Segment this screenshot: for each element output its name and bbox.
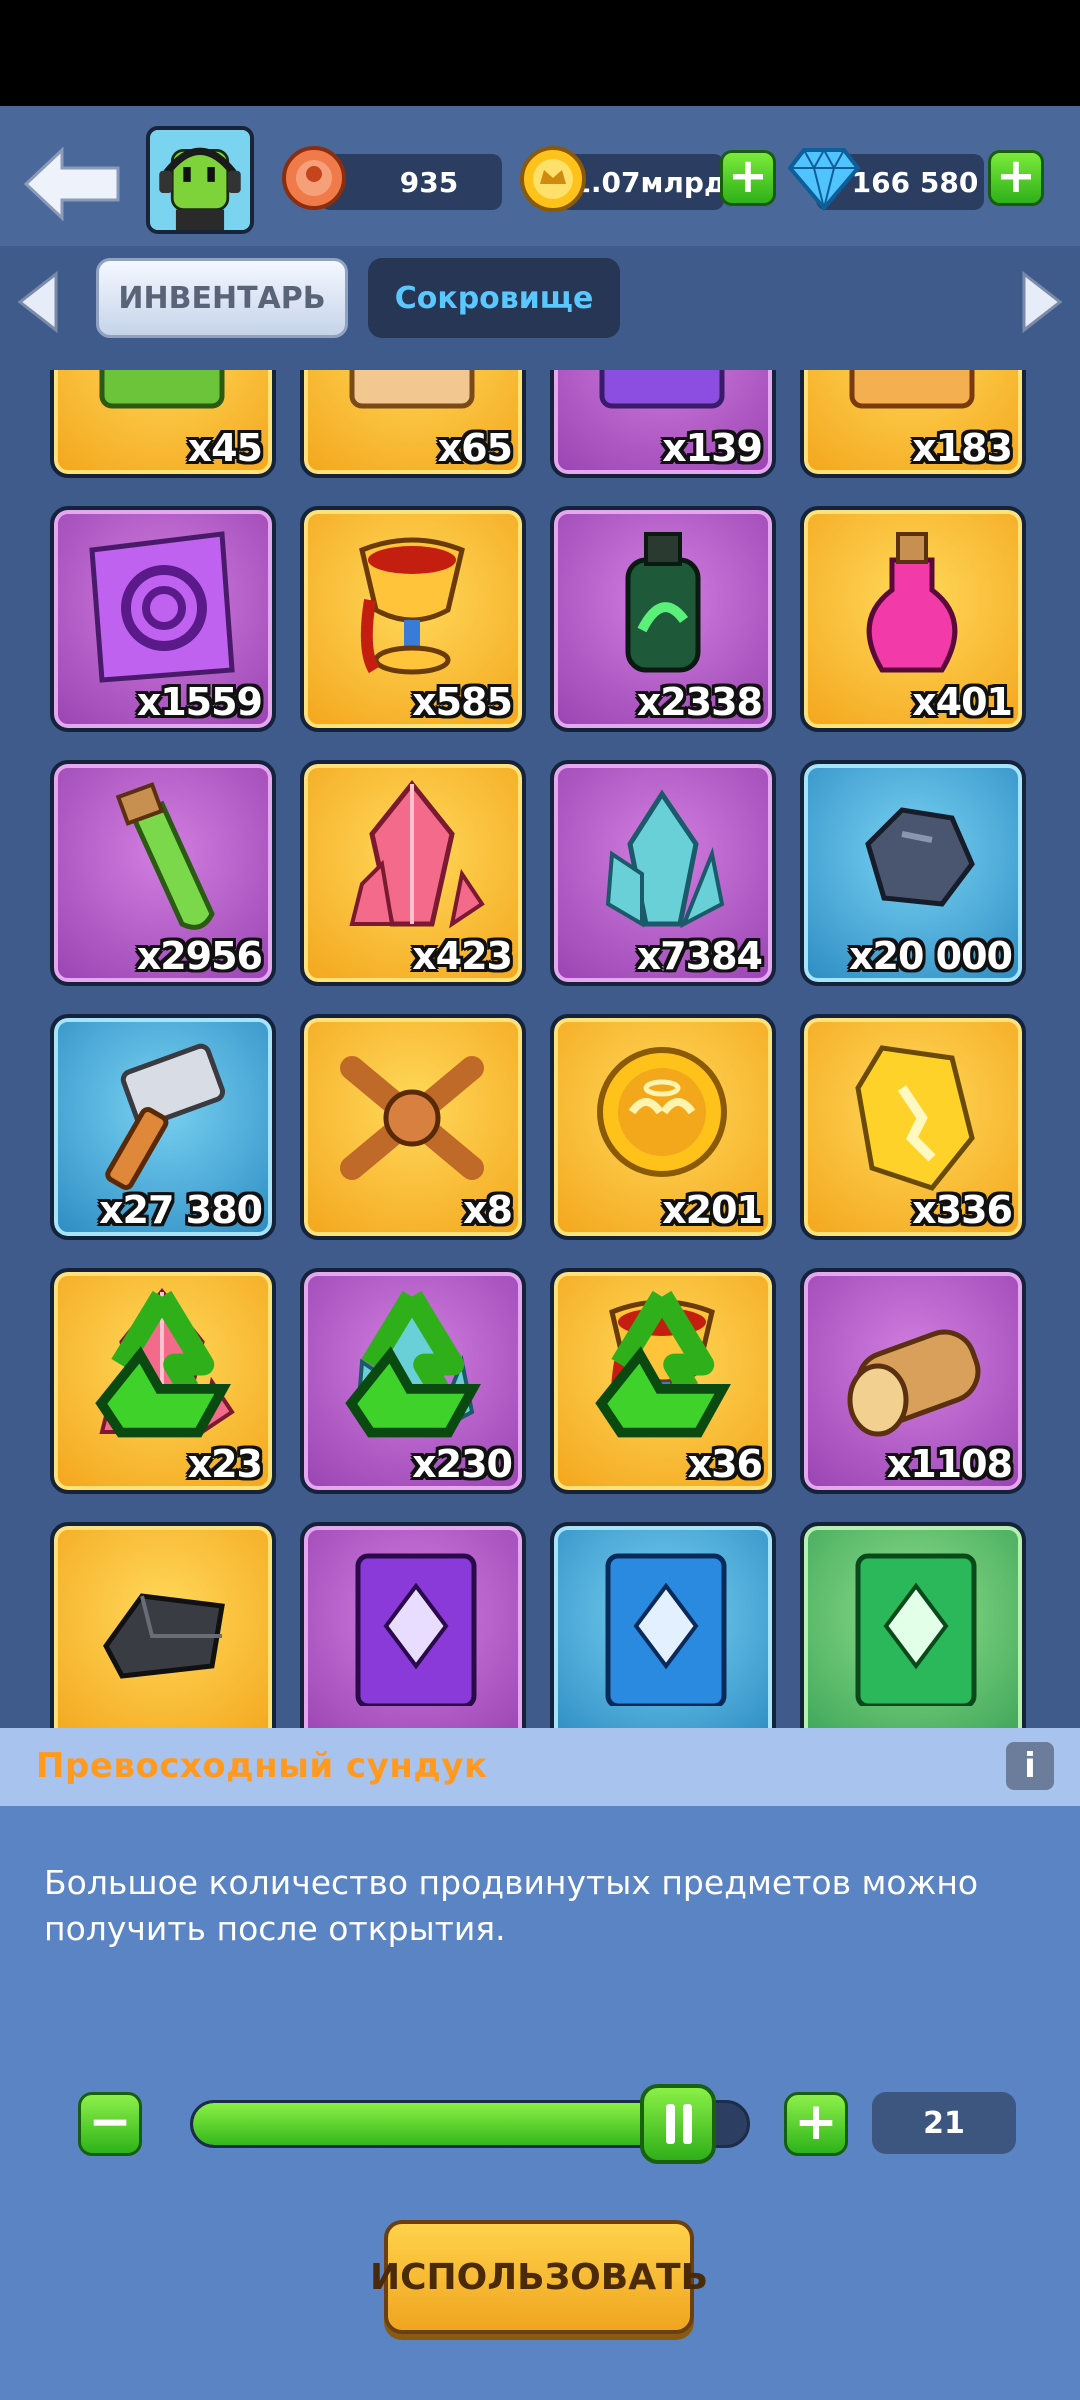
top-bar: 935 1.07млрд + 166 580 + <box>0 106 1080 246</box>
panel-header: Превосходный сундук i <box>0 1728 1080 1806</box>
item-quantity: x183 <box>912 426 1013 470</box>
tab-left-arrow-icon[interactable] <box>16 270 60 334</box>
inventory-item[interactable]: x230 <box>300 1268 526 1494</box>
tab-treasure[interactable]: Сокровище <box>368 258 620 338</box>
avatar-icon <box>150 130 250 230</box>
slider-fill <box>193 2103 682 2145</box>
rope-icon <box>340 1056 484 1180</box>
inventory-item[interactable]: x7384 <box>550 760 776 986</box>
inventory-item[interactable]: x20 000 <box>800 760 1026 986</box>
gold-rune-icon <box>855 1045 975 1191</box>
inventory-item[interactable]: x401 <box>800 506 1026 732</box>
inventory-item[interactable]: x336 <box>800 1014 1026 1240</box>
item-quantity: x139 <box>662 426 763 470</box>
purple-book-icon <box>355 1553 477 1706</box>
inventory-item[interactable]: x23 <box>50 1268 276 1494</box>
slider-knob[interactable] <box>640 2084 717 2164</box>
item-quantity: x1559 <box>136 680 263 724</box>
blue-book-icon <box>605 1553 727 1706</box>
inventory-item[interactable]: x36 <box>550 1268 776 1494</box>
spiral-scroll-icon <box>89 531 235 683</box>
item-quantity: x1108 <box>886 1442 1013 1486</box>
back-arrow-icon[interactable] <box>22 146 122 222</box>
hero-token-icon <box>282 146 346 210</box>
inventory-item[interactable]: x65 <box>300 370 526 478</box>
hammer-icon <box>105 1043 226 1190</box>
item-quantity: x36 <box>687 1442 763 1486</box>
item-detail-panel: Превосходный сундук i Большое количество… <box>0 1728 1080 2400</box>
item-quantity: x201 <box>662 1188 763 1232</box>
inventory-grid: x45 x65 x139 x183 x1559 x585 x2338 x401 x2956 x42… <box>0 370 1080 1728</box>
item-quantity: x27 380 <box>99 1188 263 1232</box>
item-quantity: x230 <box>412 1442 513 1486</box>
stone-icon <box>865 807 975 907</box>
green-bottle-icon <box>625 532 701 673</box>
inventory-item[interactable] <box>550 1522 776 1728</box>
pink-crystal-icon <box>349 779 485 929</box>
item-quantity: x423 <box>412 934 513 978</box>
player-avatar[interactable] <box>146 126 254 234</box>
log-icon <box>847 1329 981 1437</box>
goblet-icon <box>359 537 465 675</box>
inventory-item[interactable]: x1559 <box>50 506 276 732</box>
add-gems-button[interactable]: + <box>988 150 1044 206</box>
pink-potion-icon <box>866 532 958 673</box>
item-quantity: x336 <box>912 1188 1013 1232</box>
diamond-icon <box>787 147 861 212</box>
item-quantity: x20 000 <box>849 934 1013 978</box>
add-gold-button[interactable]: + <box>720 150 776 206</box>
recycle-icon <box>595 1290 731 1438</box>
inventory-item[interactable]: x139 <box>550 370 776 478</box>
item-quantity: x585 <box>412 680 513 724</box>
quantity-value[interactable]: 21 <box>872 2092 1016 2154</box>
inventory-item[interactable] <box>800 1522 1026 1728</box>
item-quantity: x401 <box>912 680 1013 724</box>
inventory-item[interactable]: x45 <box>50 370 276 478</box>
item-quantity: x2338 <box>636 680 763 724</box>
item-quantity: x2956 <box>136 934 263 978</box>
item-quantity: x7384 <box>636 934 763 978</box>
green-vial-icon <box>115 782 215 930</box>
item-quantity: x45 <box>187 426 263 470</box>
inventory-item[interactable]: x2956 <box>50 760 276 986</box>
item-quantity: x8 <box>463 1188 513 1232</box>
gold-coin-icon <box>520 146 586 212</box>
inventory-item[interactable] <box>300 1522 526 1728</box>
recycle-icon <box>95 1290 231 1438</box>
iron-ingot-icon <box>103 1593 225 1679</box>
recycle-icon <box>345 1290 481 1438</box>
inventory-item[interactable] <box>50 1522 276 1728</box>
inventory-item[interactable]: x183 <box>800 370 1026 478</box>
use-button[interactable]: ИСПОЛЬЗОВАТЬ <box>370 2220 708 2334</box>
inventory-item[interactable]: x423 <box>300 760 526 986</box>
decrease-button[interactable]: − <box>78 2092 142 2156</box>
inventory-item[interactable]: x27 380 <box>50 1014 276 1240</box>
status-bar <box>0 0 1080 106</box>
increase-button[interactable]: + <box>784 2092 848 2156</box>
pause-bars-icon <box>666 2104 693 2144</box>
info-button[interactable]: i <box>1006 1742 1054 1790</box>
inventory-item[interactable]: x1108 <box>800 1268 1026 1494</box>
inventory-item[interactable]: x8 <box>300 1014 526 1240</box>
item-title: Превосходный сундук <box>36 1746 488 1786</box>
inventory-item[interactable]: x201 <box>550 1014 776 1240</box>
tab-right-arrow-icon[interactable] <box>1020 270 1064 334</box>
green-book-icon <box>855 1553 977 1706</box>
tab-inventory[interactable]: ИНВЕНТАРЬ <box>96 258 348 338</box>
inventory-item[interactable]: x2338 <box>550 506 776 732</box>
blue-crystal-icon <box>605 789 725 929</box>
item-quantity: x23 <box>187 1442 263 1486</box>
item-description: Большое количество продвинутых предметов… <box>44 1863 979 1948</box>
hero-token-value: 935 <box>399 165 459 199</box>
inventory-item[interactable]: x585 <box>300 506 526 732</box>
item-quantity: x65 <box>437 426 513 470</box>
tab-bar: ИНВЕНТАРЬ Сокровище <box>0 246 1080 356</box>
angel-coin-icon <box>597 1047 727 1177</box>
